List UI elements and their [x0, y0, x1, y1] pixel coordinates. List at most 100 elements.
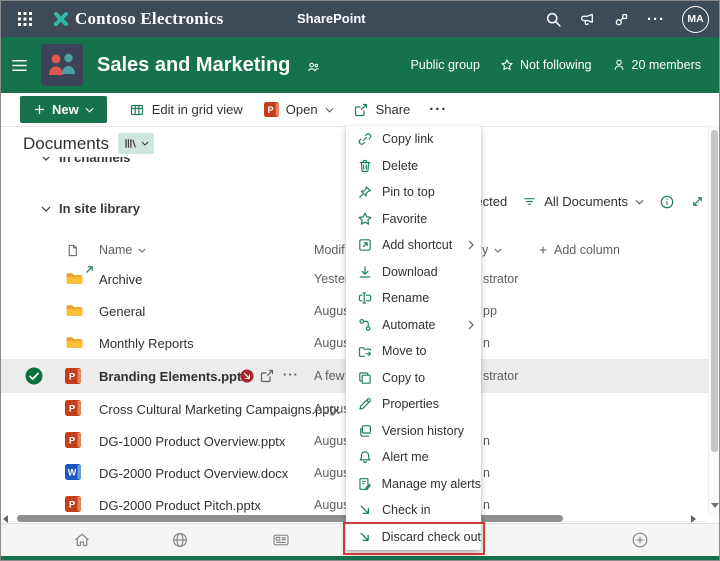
- contoso-logo-icon[interactable]: [53, 11, 69, 27]
- chevron-down-icon: [41, 157, 51, 161]
- powerpoint-icon: [65, 432, 81, 448]
- menu-item-copy-to[interactable]: Copy to: [346, 365, 481, 392]
- shortcut-arrow-icon: [85, 265, 94, 274]
- avatar[interactable]: MA: [682, 6, 709, 33]
- menu-item-discard-check-out[interactable]: Discard check out: [346, 524, 481, 551]
- folder-icon: [65, 270, 84, 287]
- menu-item-manage-my-alerts[interactable]: Manage my alerts: [346, 471, 481, 498]
- share-button[interactable]: Share: [353, 102, 411, 118]
- privacy-label: Public group: [410, 58, 480, 72]
- file-type-column-icon[interactable]: [65, 243, 80, 258]
- suite-bar: Contoso Electronics SharePoint ··· MA: [1, 1, 719, 37]
- share-icon[interactable]: [259, 368, 275, 384]
- word-icon: [65, 464, 81, 480]
- scroll-left-arrow[interactable]: [3, 515, 8, 523]
- column-modified[interactable]: Modif: [314, 243, 345, 257]
- site-header: Sales and Marketing Public group Not fol…: [1, 37, 719, 93]
- rename-icon: [357, 290, 373, 306]
- edit-grid-view-button[interactable]: Edit in grid view: [129, 102, 243, 118]
- chevron-down-icon: [41, 206, 51, 212]
- column-modified-by[interactable]: y: [482, 243, 502, 257]
- section-in-channels[interactable]: In channels: [41, 157, 131, 168]
- menu-item-alert-me[interactable]: Alert me: [346, 444, 481, 471]
- site-title: Sales and Marketing: [97, 54, 290, 77]
- chevron-down-icon: [141, 141, 149, 146]
- row-more-icon[interactable]: ···: [283, 367, 299, 382]
- star-icon: [357, 211, 373, 227]
- bookshelf-icon: [123, 136, 138, 151]
- menu-item-pin-to-top[interactable]: Pin to top: [346, 179, 481, 206]
- version-history-icon: [357, 423, 373, 439]
- discard-check-out-icon: [357, 529, 373, 545]
- folder-icon: [65, 334, 84, 351]
- grid-icon: [129, 102, 145, 118]
- menu-item-check-in[interactable]: Check in: [346, 497, 481, 524]
- bottom-accent-strip: [1, 556, 719, 560]
- menu-item-version-history[interactable]: Version history: [346, 418, 481, 445]
- hamburger-icon[interactable]: [10, 56, 29, 75]
- home-icon[interactable]: [72, 530, 92, 550]
- search-icon[interactable]: [545, 11, 562, 28]
- powerpoint-icon: [65, 400, 81, 416]
- add-shortcut-icon: [357, 237, 373, 253]
- more-commands-button[interactable]: ···: [429, 101, 447, 118]
- scroll-down-arrow[interactable]: [711, 503, 719, 508]
- app-launcher-icon[interactable]: [17, 11, 33, 27]
- menu-item-download[interactable]: Download: [346, 259, 481, 286]
- site-logo[interactable]: [41, 44, 83, 86]
- settings-icon[interactable]: [613, 11, 630, 28]
- view-selector[interactable]: All Documents: [522, 194, 644, 209]
- menu-item-favorite[interactable]: Favorite: [346, 206, 481, 233]
- media-card-icon[interactable]: [271, 530, 291, 550]
- add-column-button[interactable]: Add column: [538, 243, 620, 257]
- section-in-site-library[interactable]: In site library: [41, 201, 140, 216]
- column-name[interactable]: Name: [99, 243, 146, 257]
- scroll-right-arrow[interactable]: [691, 515, 696, 523]
- follow-button[interactable]: Not following: [500, 58, 592, 72]
- chevron-down-icon: [635, 199, 644, 205]
- sharepoint-window: Contoso Electronics SharePoint ··· MA Sa…: [0, 0, 720, 561]
- menu-item-add-shortcut[interactable]: Add shortcut: [346, 232, 481, 259]
- download-icon: [357, 264, 373, 280]
- plus-icon: [538, 245, 548, 255]
- move-to-icon: [357, 343, 373, 359]
- chevron-right-icon: [468, 320, 474, 330]
- star-icon: [500, 58, 514, 72]
- powerpoint-icon: [65, 496, 81, 512]
- teams-icon: [306, 60, 321, 75]
- chevron-down-icon: [325, 107, 334, 113]
- menu-item-properties[interactable]: Properties: [346, 391, 481, 418]
- share-icon: [353, 102, 369, 118]
- menu-item-rename[interactable]: Rename: [346, 285, 481, 312]
- vertical-scroll-thumb[interactable]: [711, 130, 718, 452]
- menu-item-move-to[interactable]: Move to: [346, 338, 481, 365]
- chevron-down-icon: [138, 248, 146, 253]
- more-icon[interactable]: ···: [647, 11, 665, 28]
- info-icon: [659, 194, 675, 210]
- globe-icon[interactable]: [170, 530, 190, 550]
- open-button[interactable]: Open: [264, 102, 334, 117]
- vertical-scrollbar[interactable]: [708, 126, 720, 515]
- brand-name[interactable]: Contoso Electronics: [75, 9, 223, 29]
- menu-item-copy-link[interactable]: Copy link: [346, 126, 481, 153]
- menu-item-automate[interactable]: Automate: [346, 312, 481, 339]
- plus-icon: [33, 103, 46, 116]
- copy-to-icon: [357, 370, 373, 386]
- selected-check-icon[interactable]: [25, 367, 43, 385]
- properties-icon: [357, 396, 373, 412]
- new-button[interactable]: New: [20, 96, 107, 123]
- menu-item-delete[interactable]: Delete: [346, 153, 481, 180]
- context-menu: Copy link Delete Pin to top Favorite Add…: [346, 126, 481, 550]
- members-button[interactable]: 20 members: [612, 58, 701, 72]
- chevron-down-icon: [85, 107, 94, 113]
- view-style-selector[interactable]: [118, 133, 154, 154]
- product-name[interactable]: SharePoint: [297, 11, 366, 26]
- details-pane-button[interactable]: [659, 194, 675, 210]
- manage-alerts-icon: [357, 476, 373, 492]
- add-circle-icon[interactable]: [630, 530, 650, 550]
- horizontal-scroll-thumb[interactable]: [17, 515, 563, 522]
- command-bar: New Edit in grid view Open Share ··· 1 s…: [1, 93, 719, 127]
- megaphone-icon[interactable]: [579, 11, 596, 28]
- pin-icon: [357, 184, 373, 200]
- fullscreen-button[interactable]: [690, 194, 705, 209]
